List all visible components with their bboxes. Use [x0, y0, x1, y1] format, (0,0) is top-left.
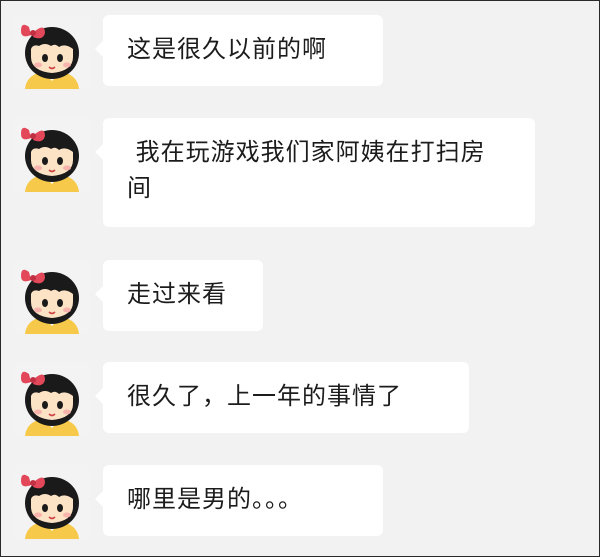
message-bubble: 哪里是男的。。。: [95, 465, 383, 536]
cartoon-girl-avatar-icon[interactable]: [15, 118, 89, 192]
message-bubble: 我在玩游戏我们家阿姨在打扫房间: [95, 118, 535, 227]
message-bubble: 很久了，上一年的事情了: [95, 362, 469, 433]
cartoon-girl-avatar-icon[interactable]: [15, 260, 89, 334]
chat-window: 这是很久以前的啊 我在玩游戏我们家阿姨在打扫房间 走过来看 很久了，上一年的事情…: [0, 0, 600, 557]
cartoon-girl-avatar-icon[interactable]: [15, 15, 89, 89]
cartoon-girl-avatar-icon[interactable]: [15, 362, 89, 436]
message-bubble: 这是很久以前的啊: [95, 15, 383, 86]
message-bubble: 走过来看: [95, 260, 263, 331]
cartoon-girl-avatar-icon[interactable]: [15, 465, 89, 539]
